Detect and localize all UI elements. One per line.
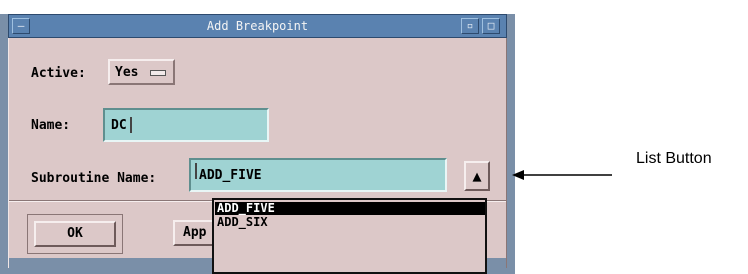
subroutine-value: ADD_FIVE [199,168,262,183]
dropdown-item-add-six[interactable]: ADD_SIX [215,216,485,229]
subroutine-field[interactable]: ADD_FIVE [189,158,447,192]
dropdown-item-add-five[interactable]: ADD_FIVE [215,202,485,215]
text-cursor [195,163,197,179]
window-title: Add Breakpoint [206,19,309,33]
minimize-button[interactable]: ▫ [461,18,479,34]
active-label: Active: [31,66,86,81]
list-button[interactable]: ▲ [464,161,490,191]
maximize-icon: □ [487,19,495,32]
annotation-label: List Button [636,150,712,167]
active-option-menu[interactable]: Yes [108,59,175,85]
subroutine-dropdown-list[interactable]: ADD_FIVE ADD_SIX [212,198,487,274]
active-option-value: Yes [115,65,139,80]
text-cursor [130,117,132,133]
name-value: DC [111,118,127,133]
window-menu-button[interactable]: — [12,18,30,34]
subroutine-label: Subroutine Name: [31,171,157,186]
annotation-arrowhead-icon [512,170,524,180]
frame-top-edge [0,0,515,14]
annotation-arrow [512,170,612,180]
name-field[interactable]: DC [103,108,269,142]
ok-default-ring: OK [27,214,123,254]
window-menu-icon: — [17,19,25,32]
title-bar[interactable]: Add Breakpoint — ▫ □ [8,14,507,38]
maximize-button[interactable]: □ [482,18,500,34]
option-menu-indicator-icon [150,70,166,76]
minimize-icon: ▫ [466,19,474,32]
ok-button[interactable]: OK [34,221,116,247]
up-arrow-icon: ▲ [472,167,482,185]
name-label: Name: [31,118,71,133]
